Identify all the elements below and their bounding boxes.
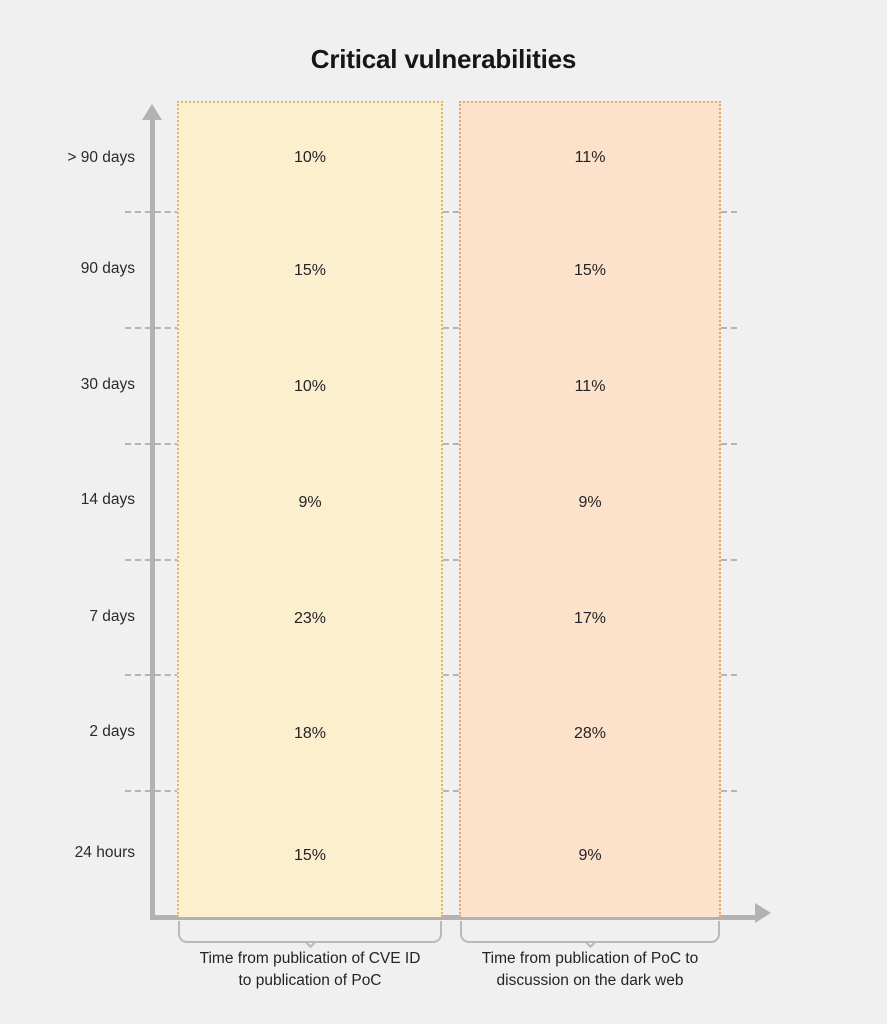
data-column-cve-to-poc: 10% 15% 10% 9% 23% 18% 15%: [177, 101, 443, 917]
group-label-line-2: discussion on the dark web: [496, 972, 684, 990]
y-axis-tick-label: 24 hours: [74, 844, 135, 861]
data-cell: 10%: [293, 149, 327, 166]
data-cell: 15%: [293, 262, 327, 279]
y-axis-line: [150, 118, 155, 920]
group-brace-cve-to-poc: [178, 921, 442, 943]
data-cell: 17%: [573, 609, 607, 627]
y-axis-tick-label: 90 days: [80, 260, 135, 277]
data-cell: 9%: [298, 494, 322, 511]
y-axis-arrow-icon: [142, 104, 162, 120]
y-axis-tick-label: > 90 days: [67, 149, 135, 166]
group-label-poc-to-darkweb: Time from publication of PoC to discussi…: [450, 948, 730, 993]
group-label-cve-to-poc: Time from publication of CVE ID to publi…: [160, 948, 460, 993]
group-label-line-1: Time from publication of PoC to: [481, 950, 699, 967]
data-cell: 28%: [573, 725, 607, 742]
group-label-line-2: to publication of PoC: [238, 972, 382, 990]
group-label-line-1: Time from publication of CVE ID: [199, 950, 421, 967]
data-cell: 10%: [293, 378, 327, 395]
y-axis-tick-label: 30 days: [80, 376, 135, 393]
x-axis-arrow-icon: [755, 903, 771, 923]
data-cell: 11%: [574, 378, 606, 395]
data-cell: 9%: [578, 494, 602, 511]
data-cell: 23%: [293, 609, 327, 627]
data-cell: 11%: [574, 149, 606, 166]
data-column-poc-to-darkweb: 11% 15% 11% 9% 17% 28% 9%: [459, 101, 721, 917]
y-axis-tick-label: 7 days: [89, 608, 135, 625]
data-cell: 15%: [293, 846, 327, 864]
data-cell: 9%: [578, 846, 602, 864]
data-cell: 18%: [293, 725, 327, 742]
y-axis-tick-labels: > 90 days 90 days 30 days 14 days 7 days…: [0, 0, 135, 1024]
y-axis-tick-label: 14 days: [80, 491, 135, 508]
y-axis-tick-label: 2 days: [89, 723, 135, 740]
group-brace-poc-to-darkweb: [460, 921, 720, 943]
chart-container: Critical vulnerabilities > 90 days 90 da…: [0, 0, 887, 1024]
data-cell: 15%: [573, 262, 607, 279]
